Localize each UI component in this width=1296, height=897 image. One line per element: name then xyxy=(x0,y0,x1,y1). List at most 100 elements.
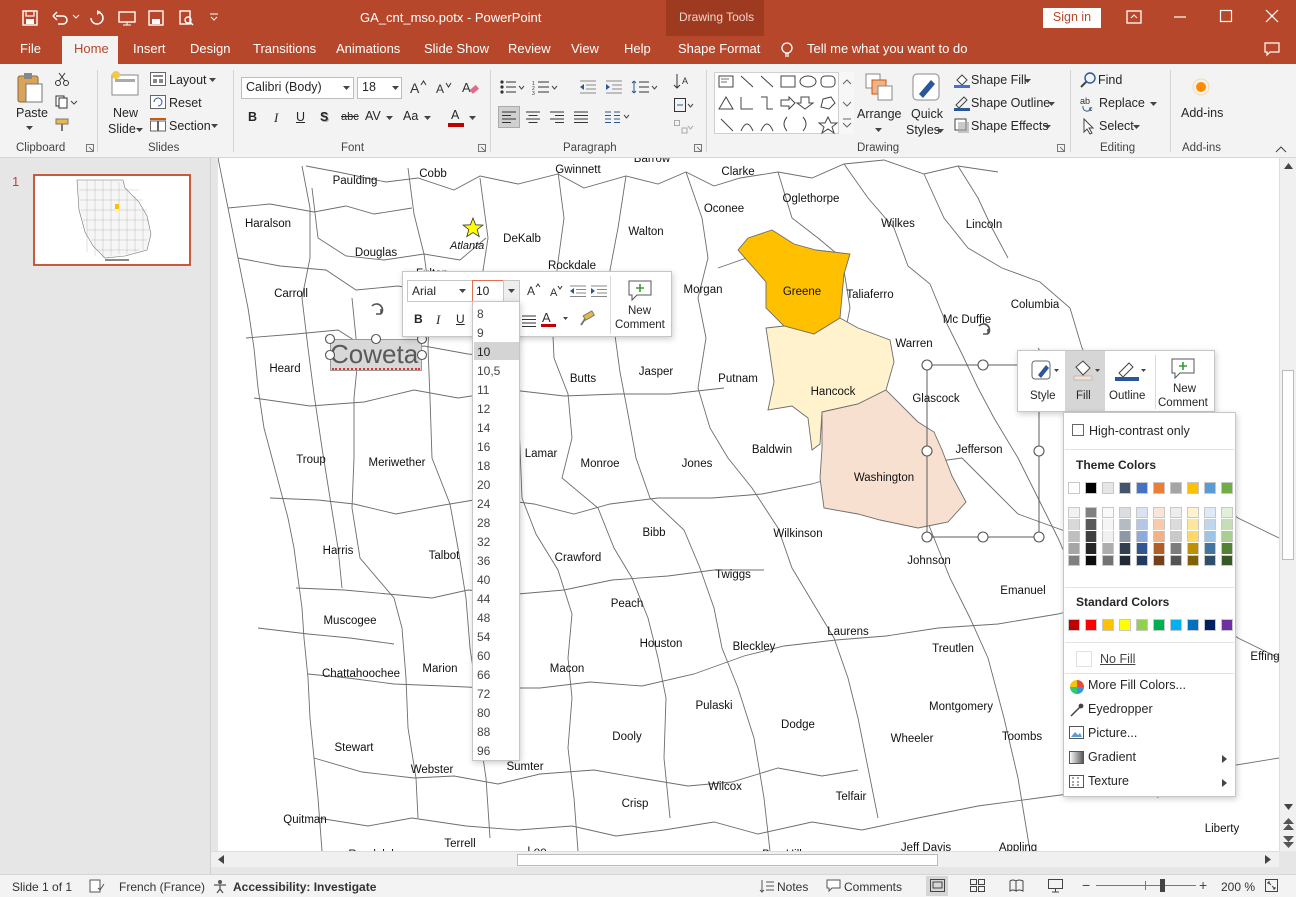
standard-color-swatch[interactable] xyxy=(1204,619,1216,631)
shape-outline-icon[interactable] xyxy=(954,95,970,111)
ribbon-display-options-icon[interactable] xyxy=(1126,10,1142,24)
tab-transitions[interactable]: Transitions xyxy=(253,41,316,56)
normal-view-icon[interactable] xyxy=(930,879,945,892)
spelling-check-icon[interactable] xyxy=(89,879,105,893)
maximize-icon[interactable] xyxy=(1219,9,1233,23)
no-fill-item[interactable]: No Fill xyxy=(1100,652,1135,666)
scroll-right-icon[interactable] xyxy=(1265,855,1271,864)
character-spacing-dropdown-icon[interactable] xyxy=(386,116,393,120)
select-button[interactable]: Select xyxy=(1099,119,1134,133)
standard-color-swatch[interactable] xyxy=(1136,619,1148,631)
columns-icon[interactable] xyxy=(605,111,631,123)
standard-color-swatch[interactable] xyxy=(1068,619,1080,631)
mini-font-size-input[interactable]: 10 xyxy=(472,280,504,302)
font-size-option[interactable]: 88 xyxy=(477,725,490,739)
picture-item[interactable]: Picture... xyxy=(1088,726,1137,740)
zoom-out-button[interactable]: − xyxy=(1082,877,1090,893)
font-size-option[interactable]: 8 xyxy=(477,307,484,321)
redo-icon[interactable] xyxy=(89,10,105,26)
vertical-scrollbar[interactable] xyxy=(1279,158,1296,851)
font-size-option[interactable]: 36 xyxy=(477,554,490,568)
shape-effects-icon[interactable] xyxy=(954,118,970,134)
shape-fill-icon[interactable] xyxy=(954,72,970,88)
print-preview-icon[interactable] xyxy=(178,10,194,26)
font-size-option[interactable]: 20 xyxy=(477,478,490,492)
font-color-dropdown-icon[interactable] xyxy=(469,116,476,120)
new-slide-dropdown-icon[interactable] xyxy=(136,128,143,132)
zoom-slider-track[interactable] xyxy=(1096,885,1196,886)
texture-item[interactable]: Texture xyxy=(1088,774,1129,788)
mini-bold-button[interactable]: B xyxy=(414,312,423,326)
font-size-option[interactable]: 48 xyxy=(477,611,490,625)
start-slideshow-icon[interactable] xyxy=(118,10,136,26)
font-size-option[interactable]: 24 xyxy=(477,497,490,511)
zoom-slider-thumb[interactable] xyxy=(1160,879,1165,892)
font-size-option[interactable]: 16 xyxy=(477,440,490,454)
layout-button[interactable]: Layout xyxy=(169,73,207,87)
accessibility-status[interactable]: Accessibility: Investigate xyxy=(233,880,376,894)
tab-design[interactable]: Design xyxy=(190,41,230,56)
shapes-gallery[interactable] xyxy=(714,72,854,135)
mini-format-painter-icon[interactable] xyxy=(579,310,596,326)
scroll-up-icon[interactable] xyxy=(1284,163,1293,169)
font-size-option[interactable]: 28 xyxy=(477,516,490,530)
align-right-icon[interactable] xyxy=(550,111,564,123)
standard-color-swatch[interactable] xyxy=(1119,619,1131,631)
standard-color-swatch[interactable] xyxy=(1221,619,1233,631)
comments-icon[interactable] xyxy=(826,879,841,893)
find-button[interactable]: Find xyxy=(1098,73,1122,87)
tab-insert[interactable]: Insert xyxy=(133,41,166,56)
font-size-option[interactable]: 54 xyxy=(477,630,490,644)
new-slide-label-2[interactable]: Slide xyxy=(108,122,136,136)
section-button[interactable]: Section xyxy=(169,119,211,133)
outline-icon[interactable] xyxy=(1115,359,1147,383)
arrange-button[interactable]: Arrange xyxy=(857,107,901,121)
bold-button[interactable]: B xyxy=(248,110,257,124)
mini-align-icon[interactable] xyxy=(522,315,536,327)
align-center-icon[interactable] xyxy=(526,111,540,123)
comments-pane-icon[interactable] xyxy=(1264,42,1280,57)
section-dropdown-icon[interactable] xyxy=(211,124,218,128)
cut-icon[interactable] xyxy=(55,72,69,86)
fit-slide-icon[interactable] xyxy=(1265,879,1278,892)
shape-new-comment-icon[interactable] xyxy=(1170,357,1196,380)
shape-new-comment-label[interactable]: New xyxy=(1173,383,1196,395)
layout-dropdown-icon[interactable] xyxy=(209,78,216,82)
select-dropdown-icon[interactable] xyxy=(1133,125,1140,129)
scroll-left-icon[interactable] xyxy=(218,855,224,864)
language-indicator[interactable]: French (France) xyxy=(119,880,205,894)
standard-color-swatch[interactable] xyxy=(1153,619,1165,631)
section-icon[interactable] xyxy=(150,118,166,132)
gradient-item[interactable]: Gradient xyxy=(1088,750,1136,764)
save-icon[interactable] xyxy=(22,10,38,26)
slideshow-view-icon[interactable] xyxy=(1048,879,1063,893)
style-icon[interactable] xyxy=(1030,359,1060,383)
font-size-option[interactable]: 9 xyxy=(477,326,484,340)
arrange-icon[interactable] xyxy=(864,72,894,102)
font-size-option[interactable]: 10,5 xyxy=(477,364,500,378)
mini-new-comment-icon[interactable] xyxy=(627,279,653,302)
reading-view-icon[interactable] xyxy=(1009,879,1024,892)
outline-button[interactable]: Outline xyxy=(1109,390,1145,402)
shape-new-comment-label-2[interactable]: Comment xyxy=(1158,397,1208,409)
font-size-option[interactable]: 10 xyxy=(477,345,490,359)
quick-styles-icon[interactable] xyxy=(911,72,941,102)
tab-shape-format[interactable]: Shape Format xyxy=(678,41,760,56)
tab-view[interactable]: View xyxy=(571,41,599,56)
font-size-option[interactable]: 96 xyxy=(477,744,490,758)
select-icon[interactable] xyxy=(1080,117,1096,135)
tab-home[interactable]: Home xyxy=(74,41,109,56)
eyedropper-item[interactable]: Eyedropper xyxy=(1088,702,1153,716)
paste-dropdown-icon[interactable] xyxy=(26,126,33,130)
clear-formatting-icon[interactable]: A xyxy=(462,79,479,95)
mini-font-size-dropdown-button[interactable] xyxy=(503,280,520,302)
standard-color-swatch[interactable] xyxy=(1170,619,1182,631)
mini-font-color-icon[interactable]: A xyxy=(541,310,571,328)
slide-thumbnail[interactable] xyxy=(33,174,191,266)
undo-dropdown-icon[interactable] xyxy=(72,14,80,19)
accessibility-icon[interactable] xyxy=(213,879,229,894)
replace-icon[interactable]: ab c xyxy=(1080,95,1096,113)
mini-underline-button[interactable]: U xyxy=(456,312,465,326)
font-launcher-icon[interactable] xyxy=(478,144,486,152)
add-ins-icon[interactable] xyxy=(1192,78,1210,96)
